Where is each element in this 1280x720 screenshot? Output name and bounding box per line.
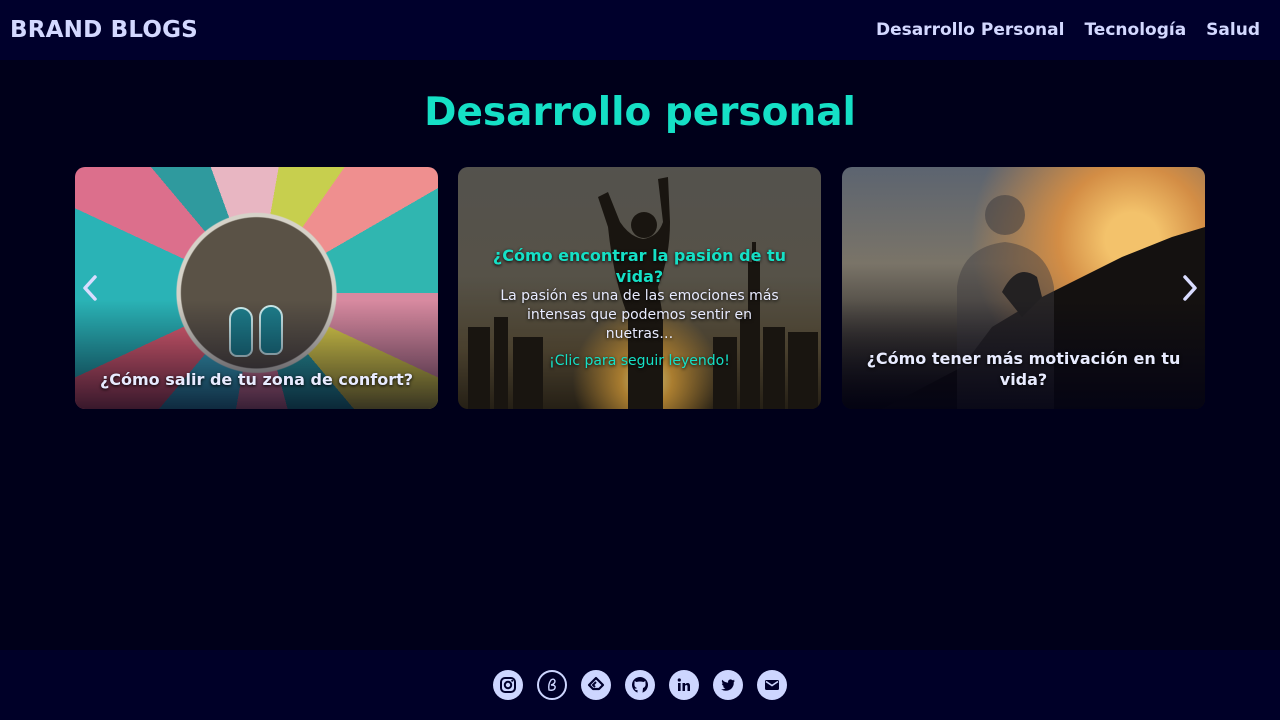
instagram-icon	[500, 677, 516, 693]
post-card-title: ¿Cómo tener más motivación en tu vida?	[866, 349, 1181, 389]
email-link[interactable]	[757, 670, 787, 700]
post-card-title: ¿Cómo salir de tu zona de confort?	[99, 370, 414, 389]
nav-links: Desarrollo Personal Tecnología Salud	[876, 20, 1270, 40]
feedly-icon	[587, 676, 605, 691]
twitter-icon	[721, 679, 735, 691]
blogger-icon	[548, 678, 556, 691]
twitter-link[interactable]	[713, 670, 743, 700]
navbar: BRAND BLOGS Desarrollo Personal Tecnolog…	[0, 0, 1280, 60]
instagram-link[interactable]	[493, 670, 523, 700]
linkedin-icon	[677, 678, 690, 691]
page-title: Desarrollo personal	[424, 90, 856, 135]
post-card-motivacion[interactable]: ¿Cómo tener más motivación en tu vida?	[842, 167, 1205, 409]
post-card-zona-confort[interactable]: ¿Cómo salir de tu zona de confort?	[75, 167, 438, 409]
carousel-next-button[interactable]	[1175, 273, 1205, 303]
chevron-right-icon	[1183, 275, 1197, 301]
post-card-pasion[interactable]: ¿Cómo encontrar la pasión de tu vida? La…	[458, 167, 821, 409]
brand-logo-link[interactable]: BRAND BLOGS	[10, 17, 198, 43]
footer	[0, 650, 1280, 720]
github-icon	[631, 677, 649, 693]
post-card-excerpt: La pasión es una de las emociones más in…	[500, 288, 779, 342]
linkedin-link[interactable]	[669, 670, 699, 700]
nav-link-desarrollo-personal[interactable]: Desarrollo Personal	[876, 20, 1065, 40]
post-card-title: ¿Cómo encontrar la pasión de tu vida?	[492, 246, 787, 286]
nav-link-tecnologia[interactable]: Tecnología	[1084, 20, 1186, 40]
github-link[interactable]	[625, 670, 655, 700]
blogger-link[interactable]	[537, 670, 567, 700]
nav-link-salud[interactable]: Salud	[1206, 20, 1260, 40]
posts-carousel: ¿Cómo salir de tu zona de confort? ¿Cómo…	[75, 167, 1205, 409]
chevron-left-icon	[83, 275, 97, 301]
post-card-hover-overlay: ¿Cómo encontrar la pasión de tu vida? La…	[458, 245, 821, 369]
read-more-link[interactable]: ¡Clic para seguir leyendo!	[470, 353, 809, 369]
feedly-link[interactable]	[581, 670, 611, 700]
carousel-prev-button[interactable]	[75, 273, 105, 303]
email-icon	[765, 680, 779, 690]
